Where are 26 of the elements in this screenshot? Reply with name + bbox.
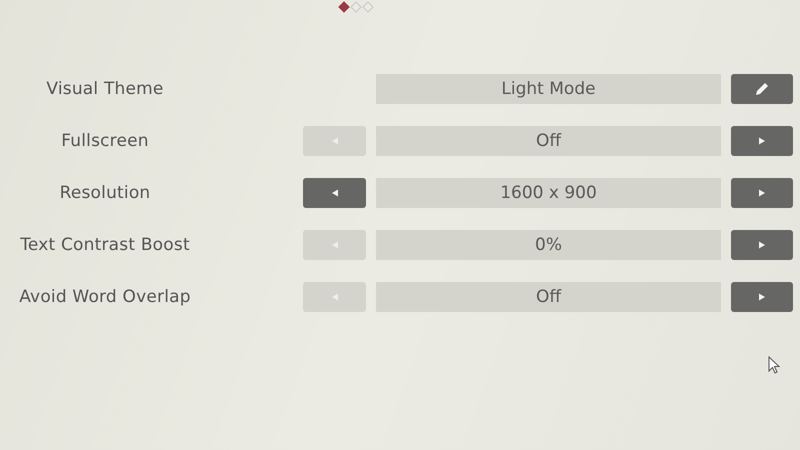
setting-label: Resolution bbox=[60, 183, 150, 203]
setting-value: 0% bbox=[376, 230, 721, 260]
setting-label: Text Contrast Boost bbox=[20, 235, 190, 255]
right-triangle-icon bbox=[758, 189, 766, 197]
setting-value: 1600 x 900 bbox=[376, 178, 721, 208]
edit-button[interactable] bbox=[731, 74, 793, 104]
setting-label: Avoid Word Overlap bbox=[19, 287, 191, 307]
left-triangle-icon bbox=[330, 293, 338, 301]
pencil-icon bbox=[754, 81, 770, 97]
left-triangle-icon bbox=[330, 137, 338, 145]
next-button[interactable] bbox=[731, 282, 793, 312]
right-triangle-icon bbox=[758, 293, 766, 301]
previous-button[interactable] bbox=[303, 178, 366, 208]
next-button[interactable] bbox=[731, 178, 793, 208]
right-triangle-icon bbox=[758, 137, 766, 145]
setting-value: Off bbox=[376, 126, 721, 156]
setting-value: Off bbox=[376, 282, 721, 312]
mouse-pointer-icon bbox=[768, 356, 782, 376]
left-triangle-icon bbox=[330, 189, 338, 197]
next-button[interactable] bbox=[731, 230, 793, 260]
left-triangle-icon bbox=[330, 241, 338, 249]
setting-label: Visual Theme bbox=[46, 79, 164, 99]
right-triangle-icon bbox=[758, 241, 766, 249]
next-button[interactable] bbox=[731, 126, 793, 156]
setting-label: Fullscreen bbox=[61, 131, 149, 151]
setting-value: Light Mode bbox=[376, 74, 721, 104]
